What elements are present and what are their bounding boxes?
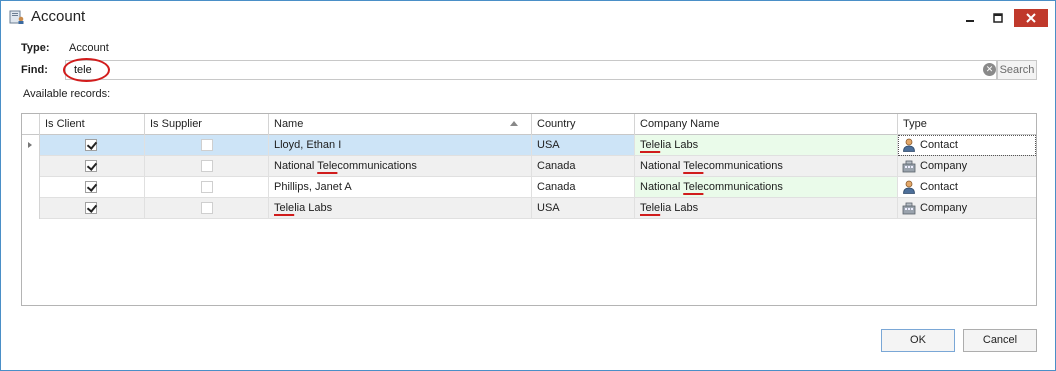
company-name-match-highlight: Tele — [683, 181, 704, 193]
company-name-text: National — [640, 160, 684, 172]
is-client-cell[interactable] — [40, 135, 145, 156]
is-client-cell[interactable] — [40, 177, 145, 198]
is-supplier-cell[interactable] — [145, 177, 269, 198]
account-dialog: Account Type: Account Find: tele ✕ Searc… — [0, 0, 1056, 371]
table-row[interactable]: Telelia Labs USA Telelia Labs Company — [22, 198, 1036, 219]
row-indicator[interactable] — [22, 198, 40, 219]
name-match-highlight: Tele — [317, 160, 338, 172]
table-row[interactable]: Lloyd, Ethan I USA Telelia Labs Contact — [22, 135, 1036, 156]
company-name-text: National — [640, 181, 684, 193]
type-cell[interactable]: Company — [898, 156, 1036, 177]
current-row-arrow-icon — [28, 142, 32, 148]
is-supplier-checkbox[interactable] — [201, 202, 213, 214]
type-label: Company — [920, 202, 968, 214]
maximize-button[interactable] — [985, 9, 1011, 27]
type-label: Type: — [21, 42, 50, 54]
column-header-is-supplier[interactable]: Is Supplier — [145, 114, 269, 135]
contact-icon — [903, 138, 915, 152]
is-client-cell[interactable] — [40, 198, 145, 219]
name-text: National — [274, 160, 318, 172]
row-indicator[interactable] — [22, 177, 40, 198]
minimize-button[interactable] — [957, 9, 983, 27]
column-header-country[interactable]: Country — [532, 114, 635, 135]
name-cell[interactable]: Lloyd, Ethan I — [269, 135, 532, 156]
minimize-icon — [966, 20, 974, 22]
available-records-label: Available records: — [23, 88, 111, 100]
name-cell[interactable]: Phillips, Janet A — [269, 177, 532, 198]
is-supplier-checkbox[interactable] — [201, 139, 213, 151]
find-label: Find: — [21, 64, 48, 76]
row-indicator[interactable] — [22, 135, 40, 156]
is-supplier-checkbox[interactable] — [201, 181, 213, 193]
country-cell[interactable]: Canada — [532, 156, 635, 177]
company-icon — [902, 160, 916, 173]
table-row[interactable]: National Telecommunications Canada Nationa… — [22, 156, 1036, 177]
is-supplier-cell[interactable] — [145, 135, 269, 156]
table-row[interactable]: Phillips, Janet A Canada National Telecomm… — [22, 177, 1036, 198]
name-match-highlight: Tele — [274, 202, 295, 214]
find-annotation-circle — [63, 58, 110, 82]
column-header-type[interactable]: Type — [898, 114, 1036, 135]
company-name-match-highlight: Tele — [640, 139, 661, 151]
company-name-cell[interactable]: National Telecommunications — [635, 177, 898, 198]
row-indicator-header — [22, 114, 40, 135]
is-supplier-cell[interactable] — [145, 198, 269, 219]
type-label: Contact — [920, 181, 958, 193]
type-cell[interactable]: Contact — [898, 177, 1036, 198]
grid-header: Is Client Is Supplier Name Country Compa… — [22, 114, 1036, 135]
clear-search-icon[interactable]: ✕ — [983, 63, 996, 76]
company-name-match-highlight: Tele — [640, 202, 661, 214]
company-name-cell[interactable]: Telelia Labs — [635, 135, 898, 156]
window-title: Account — [31, 8, 86, 25]
close-icon — [1026, 13, 1036, 23]
column-header-name-label: Name — [274, 118, 304, 130]
type-value: Account — [69, 42, 109, 54]
country-cell[interactable]: USA — [532, 198, 635, 219]
name-cell[interactable]: Telelia Labs — [269, 198, 532, 219]
account-app-icon — [9, 10, 24, 24]
cancel-button[interactable]: Cancel — [963, 329, 1037, 352]
find-input[interactable]: tele — [65, 60, 997, 80]
name-cell[interactable]: National Telecommunications — [269, 156, 532, 177]
company-name-text-rest: communications — [703, 181, 783, 193]
is-client-checkbox[interactable] — [85, 160, 97, 172]
maximize-icon — [993, 13, 1003, 23]
close-button[interactable] — [1014, 9, 1048, 27]
row-indicator[interactable] — [22, 156, 40, 177]
country-cell[interactable]: USA — [532, 135, 635, 156]
column-header-is-client[interactable]: Is Client — [40, 114, 145, 135]
company-name-match-highlight: Tele — [683, 160, 704, 172]
name-text: Lloyd, Ethan I — [274, 139, 342, 151]
company-name-cell[interactable]: National Telecommunications — [635, 156, 898, 177]
column-header-company-name[interactable]: Company Name — [635, 114, 898, 135]
name-text-rest: communications — [337, 160, 417, 172]
type-cell[interactable]: Company — [898, 198, 1036, 219]
search-button[interactable]: Search — [997, 60, 1037, 80]
is-supplier-cell[interactable] — [145, 156, 269, 177]
is-client-cell[interactable] — [40, 156, 145, 177]
country-cell[interactable]: Canada — [532, 177, 635, 198]
company-name-text-rest: lia Labs — [660, 139, 699, 151]
company-name-cell[interactable]: Telelia Labs — [635, 198, 898, 219]
name-text: Phillips, Janet A — [274, 181, 352, 193]
type-label: Company — [920, 160, 968, 172]
contact-icon — [903, 180, 915, 194]
is-supplier-checkbox[interactable] — [201, 160, 213, 172]
is-client-checkbox[interactable] — [85, 139, 97, 151]
is-client-checkbox[interactable] — [85, 181, 97, 193]
column-header-name[interactable]: Name — [269, 114, 532, 135]
records-grid: Is Client Is Supplier Name Country Compa… — [21, 113, 1037, 306]
sort-ascending-icon — [510, 121, 518, 126]
company-icon — [902, 202, 916, 215]
title-bar: Account — [1, 1, 1055, 34]
company-name-text-rest: lia Labs — [660, 202, 699, 214]
ok-button[interactable]: OK — [881, 329, 955, 352]
name-text-rest: lia Labs — [294, 202, 333, 214]
type-cell[interactable]: Contact — [898, 135, 1036, 156]
type-label: Contact — [920, 139, 958, 151]
is-client-checkbox[interactable] — [85, 202, 97, 214]
company-name-text-rest: communications — [703, 160, 783, 172]
